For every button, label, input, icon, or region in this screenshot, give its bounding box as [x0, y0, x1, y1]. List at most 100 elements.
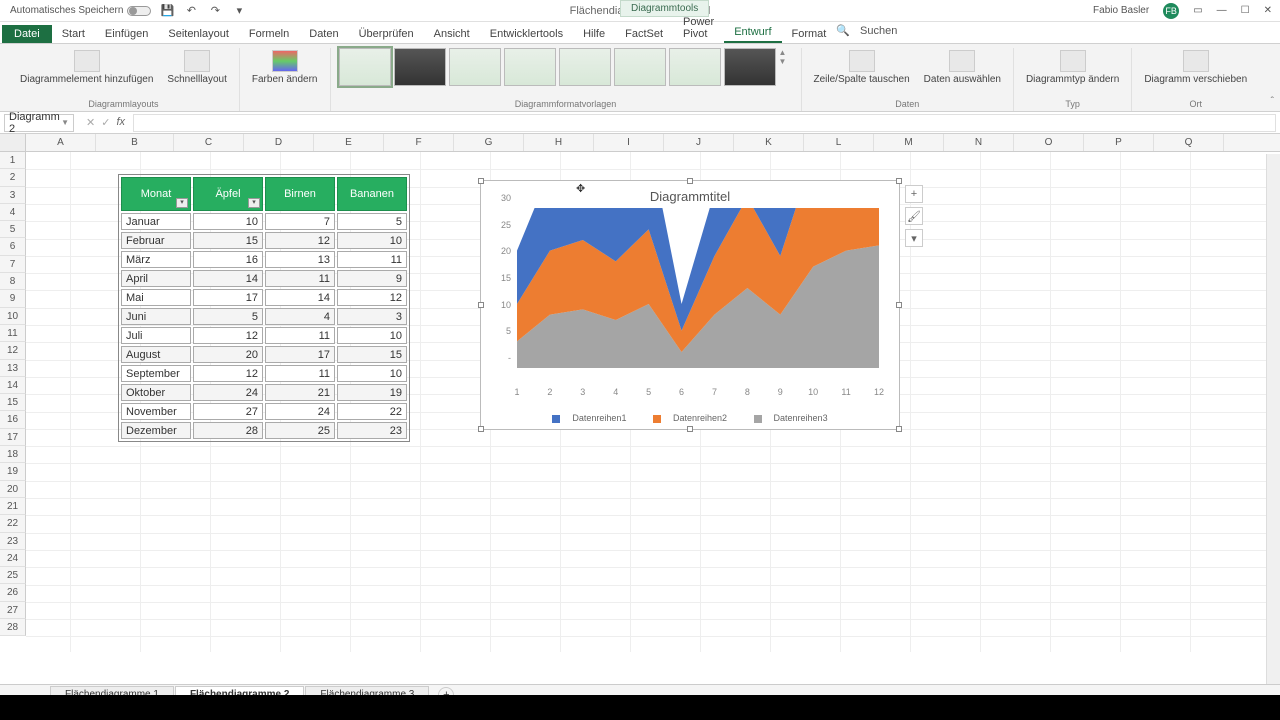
save-icon[interactable]: 💾: [161, 5, 173, 17]
col-header-P[interactable]: P: [1084, 134, 1154, 151]
move-chart-button[interactable]: Diagramm verschieben: [1140, 48, 1251, 87]
fx-icon[interactable]: fx: [116, 116, 125, 129]
chart-style-thumb[interactable]: [614, 48, 666, 86]
resize-handle[interactable]: [896, 302, 902, 308]
table-row[interactable]: September121110: [121, 365, 407, 382]
table-row[interactable]: Januar1075: [121, 213, 407, 230]
row-header-12[interactable]: 12: [0, 342, 26, 359]
chart-style-thumb[interactable]: [339, 48, 391, 86]
tab-entwicklertools[interactable]: Entwicklertools: [480, 25, 573, 43]
row-header-18[interactable]: 18: [0, 446, 26, 463]
col-header-D[interactable]: D: [244, 134, 314, 151]
row-header-1[interactable]: 1: [0, 152, 26, 169]
col-header-N[interactable]: N: [944, 134, 1014, 151]
chart-style-thumb[interactable]: [394, 48, 446, 86]
ribbon-mode-icon[interactable]: ▭: [1193, 5, 1202, 16]
row-header-14[interactable]: 14: [0, 377, 26, 394]
tab-power pivot[interactable]: Power Pivot: [673, 13, 724, 43]
tab-file[interactable]: Datei: [2, 25, 52, 43]
col-header-Q[interactable]: Q: [1154, 134, 1224, 151]
resize-handle[interactable]: [478, 302, 484, 308]
col-header-O[interactable]: O: [1014, 134, 1084, 151]
chart-style-thumb[interactable]: [724, 48, 776, 86]
row-header-21[interactable]: 21: [0, 498, 26, 515]
row-header-13[interactable]: 13: [0, 360, 26, 377]
select-data-button[interactable]: Daten auswählen: [920, 48, 1005, 87]
tab-entwurf[interactable]: Entwurf: [724, 23, 781, 43]
close-icon[interactable]: ✕: [1264, 5, 1272, 16]
formula-input[interactable]: [133, 114, 1276, 132]
table-row[interactable]: Februar151210: [121, 232, 407, 249]
table-row[interactable]: Oktober242119: [121, 384, 407, 401]
row-header-5[interactable]: 5: [0, 221, 26, 238]
table-header[interactable]: Bananen: [337, 177, 407, 211]
resize-handle[interactable]: [478, 178, 484, 184]
autosave-toggle[interactable]: Automatisches Speichern: [10, 5, 151, 16]
col-header-H[interactable]: H: [524, 134, 594, 151]
chart-elements-button[interactable]: +: [905, 185, 923, 203]
chart-object[interactable]: Diagrammtitel -51015202530 1234567891011…: [480, 180, 900, 430]
tab-factset[interactable]: FactSet: [615, 25, 673, 43]
row-header-10[interactable]: 10: [0, 308, 26, 325]
chart-style-thumb[interactable]: [504, 48, 556, 86]
gallery-more-icon[interactable]: ▲▼: [779, 48, 793, 66]
chart-style-thumb[interactable]: [669, 48, 721, 86]
table-header[interactable]: Äpfel▾: [193, 177, 263, 211]
qat-dropdown-icon[interactable]: ▾: [233, 5, 245, 17]
change-colors-button[interactable]: Farben ändern: [248, 48, 322, 87]
row-header-8[interactable]: 8: [0, 273, 26, 290]
quick-layout-button[interactable]: Schnelllayout: [163, 48, 230, 87]
avatar[interactable]: FB: [1163, 3, 1179, 19]
row-header-15[interactable]: 15: [0, 394, 26, 411]
vertical-scrollbar[interactable]: [1266, 154, 1280, 684]
row-header-24[interactable]: 24: [0, 550, 26, 567]
name-box[interactable]: Diagramm 2▼: [4, 114, 74, 132]
select-all-corner[interactable]: [0, 134, 26, 151]
collapse-ribbon-icon[interactable]: ˆ: [1271, 96, 1274, 107]
maximize-icon[interactable]: ☐: [1241, 5, 1250, 16]
redo-icon[interactable]: ↷: [209, 5, 221, 17]
table-row[interactable]: November272422: [121, 403, 407, 420]
chart-style-thumb[interactable]: [449, 48, 501, 86]
col-header-C[interactable]: C: [174, 134, 244, 151]
row-header-7[interactable]: 7: [0, 256, 26, 273]
table-row[interactable]: Mai171412: [121, 289, 407, 306]
table-row[interactable]: März161311: [121, 251, 407, 268]
col-header-K[interactable]: K: [734, 134, 804, 151]
row-header-9[interactable]: 9: [0, 290, 26, 307]
worksheet-grid[interactable]: 1234567891011121314151617181920212223242…: [0, 152, 1280, 652]
tab-daten[interactable]: Daten: [299, 25, 348, 43]
table-row[interactable]: Juni543: [121, 308, 407, 325]
row-header-26[interactable]: 26: [0, 584, 26, 601]
chart-plot-area[interactable]: -51015202530: [517, 208, 879, 368]
row-header-6[interactable]: 6: [0, 238, 26, 255]
row-header-19[interactable]: 19: [0, 463, 26, 480]
search-icon[interactable]: 🔍: [836, 24, 850, 37]
switch-row-col-button[interactable]: Zeile/Spalte tauschen: [810, 48, 914, 87]
tab-hilfe[interactable]: Hilfe: [573, 25, 615, 43]
row-header-28[interactable]: 28: [0, 619, 26, 636]
cancel-icon[interactable]: ✕: [86, 116, 95, 129]
table-row[interactable]: April14119: [121, 270, 407, 287]
chart-legend[interactable]: Datenreihen1 Datenreihen2 Datenreihen3: [481, 413, 899, 423]
tab-format[interactable]: Format: [782, 25, 837, 43]
resize-handle[interactable]: [478, 426, 484, 432]
row-header-16[interactable]: 16: [0, 411, 26, 428]
col-header-G[interactable]: G: [454, 134, 524, 151]
row-header-2[interactable]: 2: [0, 169, 26, 186]
col-header-I[interactable]: I: [594, 134, 664, 151]
row-header-27[interactable]: 27: [0, 602, 26, 619]
row-header-23[interactable]: 23: [0, 533, 26, 550]
change-chart-type-button[interactable]: Diagrammtyp ändern: [1022, 48, 1123, 87]
filter-icon[interactable]: ▾: [248, 198, 260, 208]
table-row[interactable]: Dezember282523: [121, 422, 407, 439]
tab-formeln[interactable]: Formeln: [239, 25, 299, 43]
chart-styles-button[interactable]: 🖌: [905, 207, 923, 225]
row-header-11[interactable]: 11: [0, 325, 26, 342]
chevron-down-icon[interactable]: ▼: [61, 118, 69, 127]
resize-handle[interactable]: [687, 178, 693, 184]
resize-handle[interactable]: [687, 426, 693, 432]
filter-icon[interactable]: ▾: [176, 198, 188, 208]
table-row[interactable]: August201715: [121, 346, 407, 363]
table-header[interactable]: Birnen: [265, 177, 335, 211]
